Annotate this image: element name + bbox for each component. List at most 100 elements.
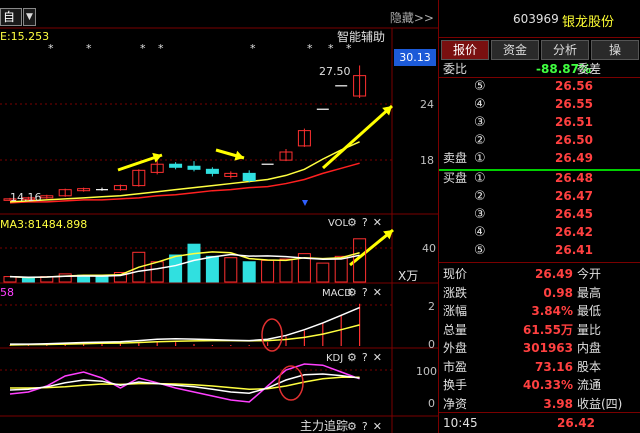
smart-assist-button[interactable]: 智能辅助 (337, 31, 385, 44)
hide-panel-button[interactable]: 隐藏>> (390, 9, 434, 26)
stat-label-2: 今开 (577, 267, 602, 281)
level-number: ② (474, 189, 486, 204)
stat-label-2: 流通 (577, 378, 602, 392)
stat-label: 换手 (443, 378, 468, 392)
volume-bar (95, 276, 109, 283)
ma-line-yellow (9, 141, 360, 203)
gear-icon[interactable]: ⚙ (347, 420, 357, 433)
ratio-label: 委比 (443, 62, 468, 76)
level-number: ③ (474, 207, 486, 222)
signal-marker: * (140, 42, 146, 55)
volume-bar (279, 258, 293, 283)
chart-area[interactable]: 自选 ▼ 隐藏>> E:15.253 智能辅助 30.13 27.50 14.1… (0, 0, 438, 433)
stat-label-2: 量比 (577, 322, 602, 337)
signal-marker: * (346, 42, 352, 55)
tick-price: 26.42 (557, 416, 595, 430)
ask-row[interactable]: 卖盘 ① 26.49 (439, 150, 640, 167)
stat-row: 净资 3.98 收益(四) (439, 395, 640, 413)
help-icon[interactable]: ? (362, 286, 368, 299)
level-price: 26.56 (555, 79, 593, 93)
bid-row[interactable]: ② 26.47 (439, 188, 640, 205)
annotation-arrow (321, 104, 394, 170)
level-price: 26.51 (555, 115, 593, 129)
level-number: ① (474, 171, 486, 186)
level-price: 26.47 (555, 189, 593, 203)
close-icon[interactable]: ✕ (373, 420, 382, 433)
order-ratio-row: 委比 -88.87% 委差 (439, 61, 640, 78)
tab-quote[interactable]: 报价 (441, 40, 489, 60)
candle-body (169, 163, 183, 168)
stat-value: 26.49 (535, 267, 573, 281)
stat-row: 现价 26.49 今开 (439, 265, 640, 283)
low-price-label: 14.16 (10, 191, 42, 204)
help-icon[interactable]: ? (362, 420, 368, 433)
kdj-axis-tick-0: 0 (428, 397, 435, 410)
stat-row: 总量 61.55万 量比 (439, 321, 640, 339)
blue-marker (302, 200, 308, 206)
main-force-title: 主力追踪 (300, 419, 349, 433)
gear-icon[interactable]: ⚙ (347, 216, 357, 229)
stat-label: 现价 (443, 267, 468, 281)
stat-row: 涨幅 3.84% 最低 (439, 302, 640, 320)
ma-line-red (9, 162, 360, 204)
tab-analysis[interactable]: 分析 (541, 40, 589, 60)
stat-label-2: 最高 (577, 285, 602, 300)
main-ma-label: E:15.253 (0, 30, 50, 43)
stat-label-2: 收益(四) (577, 396, 623, 411)
stat-label-2: 最低 (577, 304, 602, 318)
level-price: 26.41 (555, 243, 593, 257)
kdj-title: KDJ (326, 353, 344, 364)
ask-row[interactable]: ④ 26.55 (439, 96, 640, 113)
ask-row[interactable]: ⑤ 26.56 (439, 78, 640, 95)
stat-value: 0.98 (543, 285, 573, 300)
stat-label-2: 股本 (577, 359, 602, 374)
signal-marker: * (307, 42, 313, 55)
vol-ma-label: MA3:81484.898 (0, 218, 88, 231)
bid-row[interactable]: ③ 26.45 (439, 206, 640, 223)
watchlist-select[interactable]: 自选 (0, 8, 22, 26)
gear-icon[interactable]: ⚙ (347, 351, 357, 364)
volume-bar (187, 243, 201, 283)
bid-row[interactable]: ④ 26.42 (439, 224, 640, 241)
help-icon[interactable]: ? (362, 216, 368, 229)
vol-axis-tick-40: 40 (422, 242, 436, 255)
gear-icon[interactable]: ⚙ (347, 286, 357, 299)
chevron-down-icon[interactable]: ▼ (23, 8, 36, 26)
current-price-tag: 30.13 (394, 49, 436, 66)
stat-label: 市盈 (443, 359, 468, 374)
level-price: 26.49 (555, 151, 593, 165)
sell-label: 卖盘 (443, 151, 468, 165)
level-number: ⑤ (474, 243, 486, 258)
ask-row[interactable]: ② 26.50 (439, 132, 640, 149)
stock-header: 603969 银龙股份 (439, 0, 640, 38)
axis-tick-18: 18 (420, 154, 434, 167)
close-icon[interactable]: ✕ (373, 286, 382, 299)
ask-row[interactable]: ③ 26.51 (439, 114, 640, 131)
help-icon[interactable]: ? (362, 351, 368, 364)
high-price-label: 27.50 (319, 65, 351, 78)
chart-toolbar: 自选 ▼ 隐藏>> (0, 8, 438, 26)
signal-marker: * (250, 42, 256, 55)
highlight-circle (261, 318, 283, 352)
tab-operation[interactable]: 操 (591, 40, 639, 60)
kdj-axis-tick-100: 100 (416, 365, 437, 378)
level-price: 26.45 (555, 207, 593, 221)
bid-row[interactable]: 买盘 ① 26.48 (439, 170, 640, 187)
level-price: 26.50 (555, 133, 593, 147)
level-price: 26.55 (555, 97, 593, 111)
candle-body (187, 165, 201, 170)
tab-funds[interactable]: 资金 (491, 40, 539, 60)
level-number: ⑤ (474, 79, 486, 94)
volume-bar (334, 255, 348, 283)
close-icon[interactable]: ✕ (373, 216, 382, 229)
volume-bar (261, 259, 275, 283)
level-number: ④ (474, 225, 486, 240)
stat-label: 外盘 (443, 341, 468, 355)
macd-axis-tick-2: 2 (428, 300, 435, 313)
vol-panel-icons: ⚙? ✕ (342, 216, 382, 229)
bid-row[interactable]: ⑤ 26.41 (439, 242, 640, 259)
level-number: ① (474, 151, 486, 166)
stat-row: 市盈 73.16 股本 (439, 358, 640, 376)
close-icon[interactable]: ✕ (373, 351, 382, 364)
order-book-bottom-line (439, 262, 640, 263)
